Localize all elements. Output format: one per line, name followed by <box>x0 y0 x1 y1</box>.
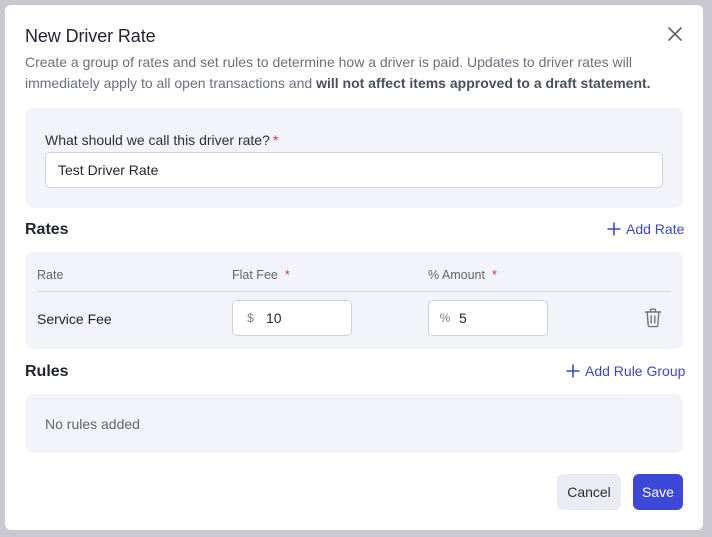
rate-name-panel: What should we call this driver rate? * <box>25 108 683 208</box>
save-button[interactable]: Save <box>633 474 683 510</box>
required-mark: * <box>284 268 290 282</box>
delete-rate-button[interactable] <box>644 308 664 328</box>
amount-header-text: % Amount <box>428 268 485 282</box>
amount-field[interactable]: % <box>428 300 548 336</box>
rates-section-title: Rates <box>25 221 69 238</box>
description-emphasis: will not affect items approved to a draf… <box>316 75 651 91</box>
add-rule-group-button[interactable]: Add Rule Group <box>566 363 685 379</box>
flat-fee-input[interactable] <box>266 310 346 326</box>
close-icon <box>668 27 682 41</box>
required-mark: * <box>491 268 497 282</box>
column-header-amount: % Amount * <box>428 268 497 282</box>
dialog-description: Create a group of rates and set rules to… <box>25 52 665 94</box>
rate-row-name: Service Fee <box>37 311 112 327</box>
percent-prefix: % <box>439 311 451 325</box>
header-divider <box>37 291 671 292</box>
required-mark: * <box>272 132 279 148</box>
rules-section-title: Rules <box>25 363 69 380</box>
close-button[interactable] <box>665 24 685 44</box>
cancel-button[interactable]: Cancel <box>557 474 621 510</box>
empty-rules-message: No rules added <box>45 416 140 432</box>
dollar-prefix: $ <box>247 311 254 325</box>
dialog-title: New Driver Rate <box>25 26 156 46</box>
add-rate-button[interactable]: Add Rate <box>607 221 684 237</box>
plus-icon <box>607 222 621 236</box>
column-header-flat-fee: Flat Fee * <box>232 268 290 282</box>
column-header-rate: Rate <box>37 268 64 282</box>
rate-name-input[interactable] <box>45 152 663 188</box>
flat-fee-field[interactable]: $ <box>232 300 352 336</box>
add-rate-label: Add Rate <box>626 221 685 237</box>
trash-icon <box>644 308 662 328</box>
amount-input[interactable] <box>459 310 539 326</box>
new-driver-rate-dialog: New Driver Rate Create a group of rates … <box>5 5 703 530</box>
add-rule-group-label: Add Rule Group <box>585 363 686 379</box>
plus-icon <box>566 364 580 378</box>
flat-fee-header-text: Flat Fee <box>232 268 278 282</box>
rules-panel: No rules added <box>25 394 683 453</box>
rate-name-label: What should we call this driver rate? * <box>45 132 278 148</box>
rate-name-label-text: What should we call this driver rate? <box>45 132 270 148</box>
rates-table: Rate Flat Fee * % Amount * Service Fee $ % <box>25 252 683 349</box>
